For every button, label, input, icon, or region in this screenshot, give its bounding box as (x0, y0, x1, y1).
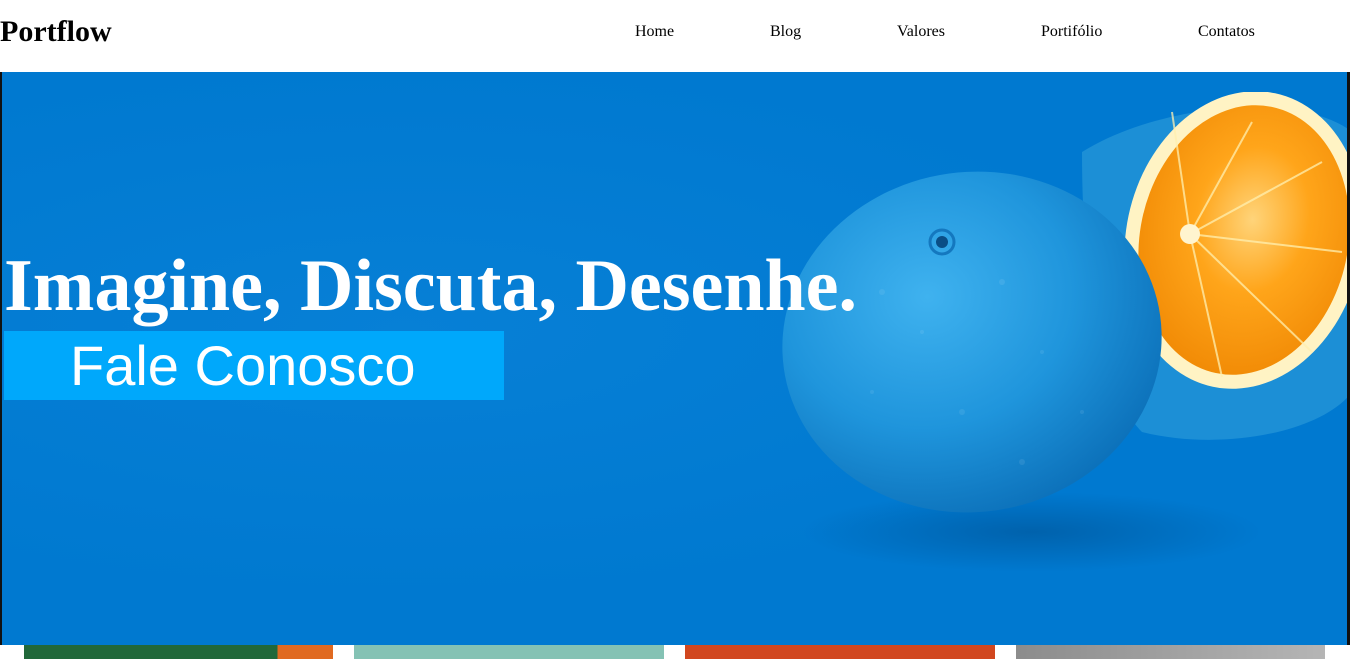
nav-link-valores[interactable]: Valores (897, 22, 945, 42)
fruit-shadow (802, 492, 1262, 572)
nav-link-blog[interactable]: Blog (770, 22, 801, 42)
hero-banner: Imagine, Discuta, Desenhe. Fale Conosco (0, 72, 1350, 645)
portfolio-card-3[interactable] (685, 645, 995, 659)
portfolio-card-4[interactable] (1016, 645, 1325, 659)
portfolio-card-2[interactable] (354, 645, 664, 659)
contact-button[interactable]: Fale Conosco (4, 331, 504, 400)
orange-stem (936, 236, 948, 248)
nav-link-home[interactable]: Home (635, 22, 674, 42)
site-logo[interactable]: Portflow (0, 14, 112, 50)
nav-link-portfolio[interactable]: Portifólio (1041, 22, 1102, 42)
orange-halves-image (782, 92, 1347, 572)
site-header: Portflow Home Blog Valores Portifólio Co… (0, 0, 1350, 72)
nav-link-contatos[interactable]: Contatos (1198, 22, 1255, 42)
page: Portflow Home Blog Valores Portifólio Co… (0, 0, 1350, 659)
portfolio-card-1[interactable] (24, 645, 333, 659)
hero-title: Imagine, Discuta, Desenhe. (4, 245, 858, 327)
